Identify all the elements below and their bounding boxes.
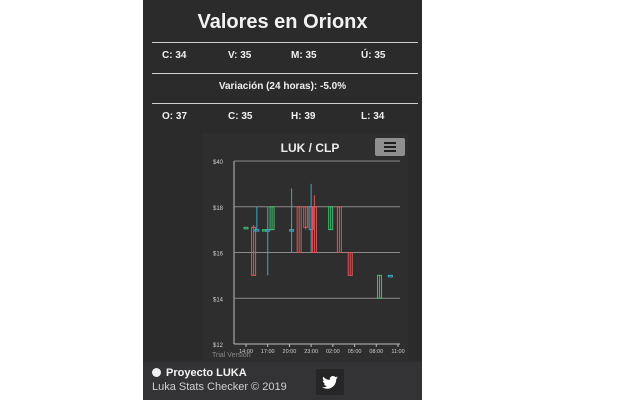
- stat-c-label: C:: [162, 50, 173, 61]
- stat-l: L: 34: [361, 111, 384, 122]
- y-axis-labels: $12 $14 $16 $18 $40: [213, 160, 224, 349]
- y-tick-label: $40: [213, 160, 224, 166]
- chart-grid: [233, 160, 400, 345]
- chart-title: LUK / CLP: [281, 141, 340, 155]
- stat-c-value: 34: [175, 50, 187, 61]
- page-title: Valores en Orionx: [197, 11, 368, 33]
- x-tick-label: 05:00: [348, 349, 362, 355]
- stat-c: C: 34: [162, 50, 186, 61]
- stat-o: O: 37: [162, 111, 187, 122]
- stat-c2: C: 35: [228, 111, 252, 122]
- candle-body: [387, 274, 393, 278]
- stat-l-label: L:: [361, 111, 371, 122]
- x-axis-labels: 14:00 17:00 20:00 23:00 02:00 05:00 08:00 11:00: [239, 344, 405, 355]
- y-tick-label: $12: [213, 343, 224, 349]
- globe-icon: [152, 368, 161, 377]
- y-tick-label: $16: [213, 252, 224, 258]
- x-tick-label: 11:00: [391, 349, 404, 355]
- y-tick-label: $18: [213, 206, 224, 212]
- variation-text: Variación (24 horas): -5.0%: [218, 81, 347, 92]
- stat-h-value: 39: [304, 111, 316, 122]
- twitter-button[interactable]: [316, 369, 344, 395]
- project-link-label[interactable]: Proyecto LUKA: [166, 367, 247, 379]
- stat-m: M: 35: [291, 50, 317, 61]
- stat-h-label: H:: [291, 111, 302, 122]
- stat-v-label: V:: [228, 50, 238, 61]
- stat-c2-value: 35: [241, 111, 253, 122]
- stat-o-value: 37: [175, 111, 188, 122]
- stat-u-label: Ú:: [361, 50, 372, 61]
- candles: [243, 183, 393, 299]
- x-tick-label: 02:00: [326, 349, 340, 355]
- divider: [152, 103, 418, 104]
- stat-v-value: 35: [240, 50, 252, 61]
- y-tick-label: $14: [213, 297, 224, 303]
- x-tick-label: 17:00: [261, 349, 275, 355]
- candlestick-chart: LUK / CLP $12$14$16$18$40 14:00 17:00 20:0…: [212, 138, 405, 359]
- stat-l-value: 34: [373, 111, 385, 122]
- divider: [152, 73, 418, 74]
- stats-panel: Valores en Orionx C: 34 V: 35 M: 35 Ú: 3…: [143, 0, 422, 400]
- x-tick-label: 23:00: [304, 349, 318, 355]
- stat-u-value: 35: [374, 50, 386, 61]
- project-link[interactable]: Proyecto LUKA: [152, 367, 247, 379]
- hamburger-icon: [384, 142, 396, 152]
- stat-o-label: O:: [162, 111, 174, 122]
- candle-body: [243, 226, 249, 230]
- x-tick-label: 20:00: [283, 349, 297, 355]
- x-tick-label: 08:00: [369, 349, 383, 355]
- twitter-icon: [322, 375, 338, 389]
- stat-u: Ú: 35: [361, 50, 385, 61]
- copyright-text: Luka Stats Checker © 2019: [152, 381, 287, 393]
- stat-m-label: M:: [291, 50, 303, 61]
- chart-credit: Trial Version: [212, 352, 251, 359]
- stat-m-value: 35: [305, 50, 317, 61]
- chart-menu-button[interactable]: [375, 138, 405, 156]
- divider: [152, 42, 418, 43]
- price-chart: LUK / CLP $12 $14 $16 $18 $40 14:00 17:00 20:0…: [202, 133, 408, 360]
- stat-c2-label: C:: [228, 111, 239, 122]
- stat-v: V: 35: [228, 50, 251, 61]
- stat-h: H: 39: [291, 111, 315, 122]
